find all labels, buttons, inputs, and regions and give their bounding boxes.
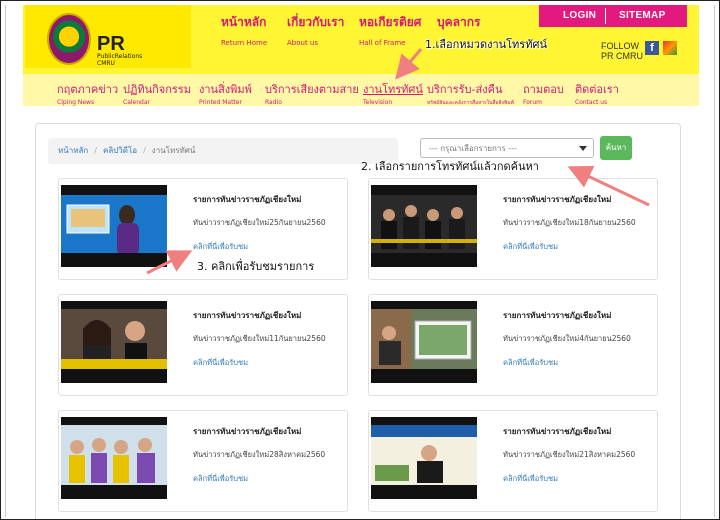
annotation-step2: 2. เลือกรายการโทรทัศน์แล้วกดค้นหา xyxy=(361,160,539,173)
arrow-step1 xyxy=(395,48,423,80)
arrow-step3 xyxy=(146,250,193,275)
annotation-step1: 1.เลือกหมวดงานโทรทัศน์ xyxy=(425,38,547,51)
annotation-step3: 3. คลิกเพื่อรับชมรายการ xyxy=(197,260,315,273)
annotation-arrows xyxy=(146,48,650,275)
screenshot-frame: PR PublicRelations CMRU หน้าหลัก Return … xyxy=(0,0,720,520)
arrow-step2 xyxy=(567,165,650,207)
